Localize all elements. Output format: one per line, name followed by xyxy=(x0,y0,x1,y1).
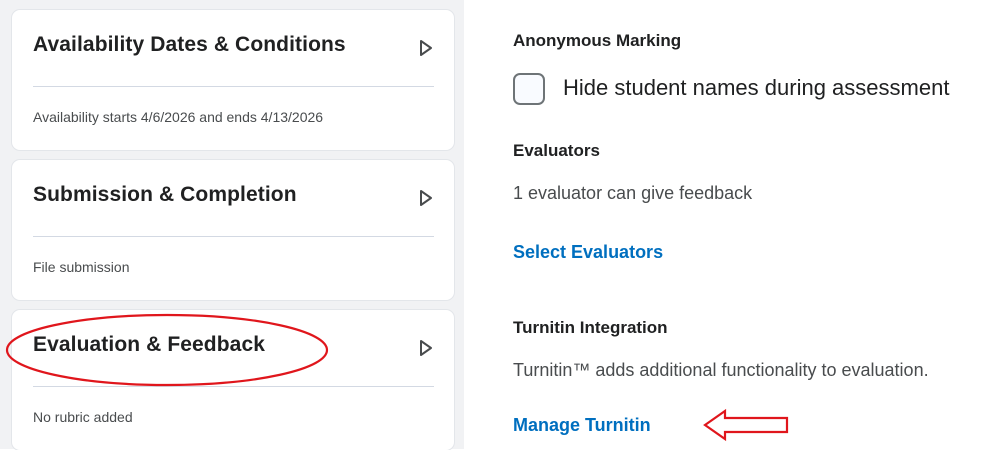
card-divider xyxy=(33,386,434,387)
hide-names-checkbox[interactable] xyxy=(513,73,545,105)
left-arrow-annotation xyxy=(703,408,789,442)
submission-card-title[interactable]: Submission & Completion xyxy=(33,183,297,207)
evaluation-card[interactable]: Evaluation & Feedback No rubric added xyxy=(12,310,454,450)
submission-summary: File submission xyxy=(33,259,130,275)
manage-turnitin-link[interactable]: Manage Turnitin xyxy=(513,415,651,436)
select-evaluators-link[interactable]: Select Evaluators xyxy=(513,242,663,263)
submission-card[interactable]: Submission & Completion File submission xyxy=(12,160,454,300)
evaluators-heading: Evaluators xyxy=(513,141,600,160)
turnitin-heading: Turnitin Integration xyxy=(513,318,668,337)
evaluation-card-title[interactable]: Evaluation & Feedback xyxy=(33,333,265,357)
availability-summary: Availability starts 4/6/2026 and ends 4/… xyxy=(33,109,324,125)
evaluation-summary: No rubric added xyxy=(33,409,133,425)
chevron-right-icon[interactable] xyxy=(419,39,433,57)
anonymous-marking-heading: Anonymous Marking xyxy=(513,31,682,50)
card-divider xyxy=(33,236,434,237)
card-divider xyxy=(33,86,434,87)
availability-card-title[interactable]: Availability Dates & Conditions xyxy=(33,33,346,57)
chevron-right-icon[interactable] xyxy=(419,339,433,357)
hide-names-checkbox-label[interactable]: Hide student names during assessment xyxy=(563,75,949,101)
evaluators-description: 1 evaluator can give feedback xyxy=(513,183,753,203)
availability-card[interactable]: Availability Dates & Conditions Availabi… xyxy=(12,10,454,150)
chevron-right-icon[interactable] xyxy=(419,189,433,207)
turnitin-description: Turnitin™ adds additional functionality … xyxy=(513,360,929,380)
settings-panel: Availability Dates & Conditions Availabi… xyxy=(0,0,464,450)
